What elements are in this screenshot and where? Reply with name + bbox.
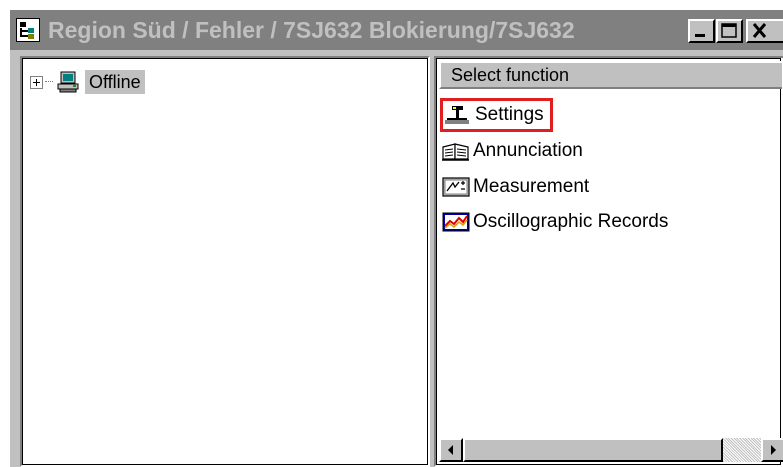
column-header-select-function[interactable]: Select function [439,61,782,89]
function-item-settings[interactable]: Settings [440,98,553,132]
settings-icon [445,106,469,124]
close-icon [752,23,767,38]
function-pane[interactable]: Select function Settings Annunciation Me… [434,56,783,467]
function-item-oscillographic-records[interactable]: Oscillographic Records [441,207,668,237]
maximize-icon [721,23,737,38]
client-area: Offline Select function Settings Annunci… [10,50,783,467]
annunciation-icon [442,143,469,161]
offline-computer-icon [57,71,79,93]
function-item-annunciation[interactable]: Annunciation [441,136,583,166]
function-item-label: Measurement [473,176,590,197]
app-icon[interactable] [16,18,40,42]
tree-connector [45,81,53,83]
minimize-button[interactable] [688,19,715,43]
app-window: Region Süd / Fehler / 7SJ632 Blokierung/… [10,10,783,467]
tree-item-label: Offline [85,70,145,94]
function-item-label: Oscillographic Records [473,211,669,232]
arrow-left-icon [448,445,453,455]
function-item-measurement[interactable]: Measurement [441,172,589,202]
scroll-left-button[interactable] [439,438,463,462]
close-button[interactable] [746,19,783,43]
scroll-right-button[interactable] [761,438,783,462]
title-bar[interactable]: Region Süd / Fehler / 7SJ632 Blokierung/… [10,10,783,50]
function-item-label: Settings [475,104,544,125]
minimize-icon [695,34,705,37]
tree-pane[interactable]: Offline [20,56,430,467]
window-title: Region Süd / Fehler / 7SJ632 Blokierung/… [48,17,575,43]
oscillographic-icon [442,212,470,232]
scrollbar-thumb[interactable] [463,438,723,462]
arrow-right-icon [771,445,776,455]
function-item-label: Annunciation [473,140,583,161]
maximize-button[interactable] [716,19,743,43]
expand-icon[interactable] [30,75,43,89]
measurement-icon [442,177,470,197]
horizontal-scrollbar[interactable] [439,438,783,462]
tree-item-offline[interactable]: Offline [30,70,145,94]
